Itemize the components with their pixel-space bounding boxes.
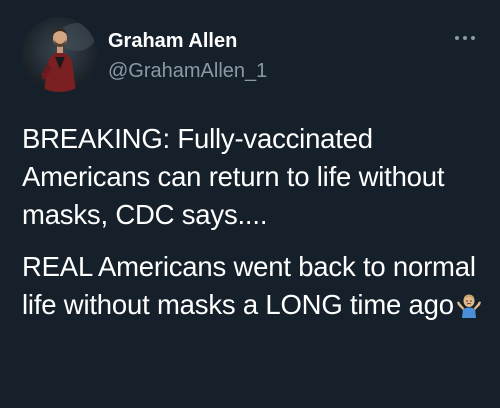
more-horizontal-icon xyxy=(455,36,475,40)
tweet-paragraph-1: BREAKING: Fully-vaccinated Americans can… xyxy=(22,123,445,230)
author-names: Graham Allen @GrahamAllen_1 xyxy=(108,29,267,83)
avatar[interactable] xyxy=(22,17,97,92)
avatar-photo-icon xyxy=(22,17,97,92)
author-display-name[interactable]: Graham Allen xyxy=(108,29,267,53)
more-options-button[interactable] xyxy=(452,30,478,46)
author-handle[interactable]: @GrahamAllen_1 xyxy=(108,59,267,83)
tweet-header: Graham Allen @GrahamAllen_1 xyxy=(0,0,500,110)
tweet-paragraph-2: REAL Americans went back to normal life … xyxy=(22,248,484,324)
person-shrugging-emoji-icon xyxy=(456,292,482,318)
tweet-text: BREAKING: Fully-vaccinated Americans can… xyxy=(22,120,484,324)
tweet-paragraph-2-text: REAL Americans went back to normal life … xyxy=(22,251,476,320)
tweet-card: Graham Allen @GrahamAllen_1 BREAKING: Fu… xyxy=(0,0,500,408)
